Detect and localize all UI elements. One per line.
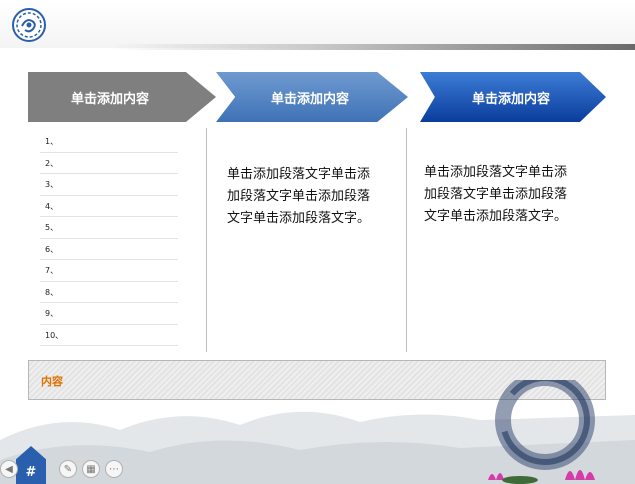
list-item[interactable]: 1、	[40, 131, 178, 153]
list-item[interactable]: 8、	[40, 282, 178, 303]
column-divider	[206, 128, 207, 352]
pen-icon[interactable]: ✎	[59, 460, 77, 478]
presentation-toolbar: ◀ ✎ ▦ ⋯	[0, 455, 128, 483]
list-item[interactable]: 5、	[40, 217, 178, 239]
slides-icon[interactable]: ▦	[82, 460, 100, 478]
list-item[interactable]: 4、	[40, 196, 178, 217]
column-divider	[406, 128, 407, 352]
list-item[interactable]: 9、	[40, 303, 178, 325]
header-divider	[110, 44, 635, 50]
step-arrow-1[interactable]: 单击添加内容	[28, 72, 216, 122]
header-bar	[0, 0, 635, 48]
step-arrow-2[interactable]: 单击添加内容	[216, 72, 408, 122]
list-item[interactable]: 2、	[40, 153, 178, 174]
prev-slide-icon[interactable]: ◀	[0, 460, 18, 478]
menu-icon[interactable]: ⋯	[105, 460, 123, 478]
paragraph-text[interactable]: 单击添加段落文字单击添加段落文字单击添加段落文字单击添加段落文字。	[424, 162, 574, 228]
list-item[interactable]: 6、	[40, 239, 178, 260]
emblem-icon	[12, 8, 46, 42]
step-label: 单击添加内容	[70, 91, 149, 107]
list-item[interactable]: 7、	[40, 260, 178, 282]
list-item[interactable]: 3、	[40, 174, 178, 196]
numbered-list: 1、 2、 3、 4、 5、 6、 7、 8、 9、 10、	[40, 131, 178, 346]
step-arrow-3[interactable]: 单击添加内容	[420, 72, 606, 122]
step-label: 单击添加内容	[471, 91, 550, 107]
list-item[interactable]: 10、	[40, 325, 178, 346]
step-label: 单击添加内容	[270, 91, 349, 107]
paragraph-text[interactable]: 单击添加段落文字单击添加段落文字单击添加段落文字单击添加段落文字。	[227, 164, 377, 230]
